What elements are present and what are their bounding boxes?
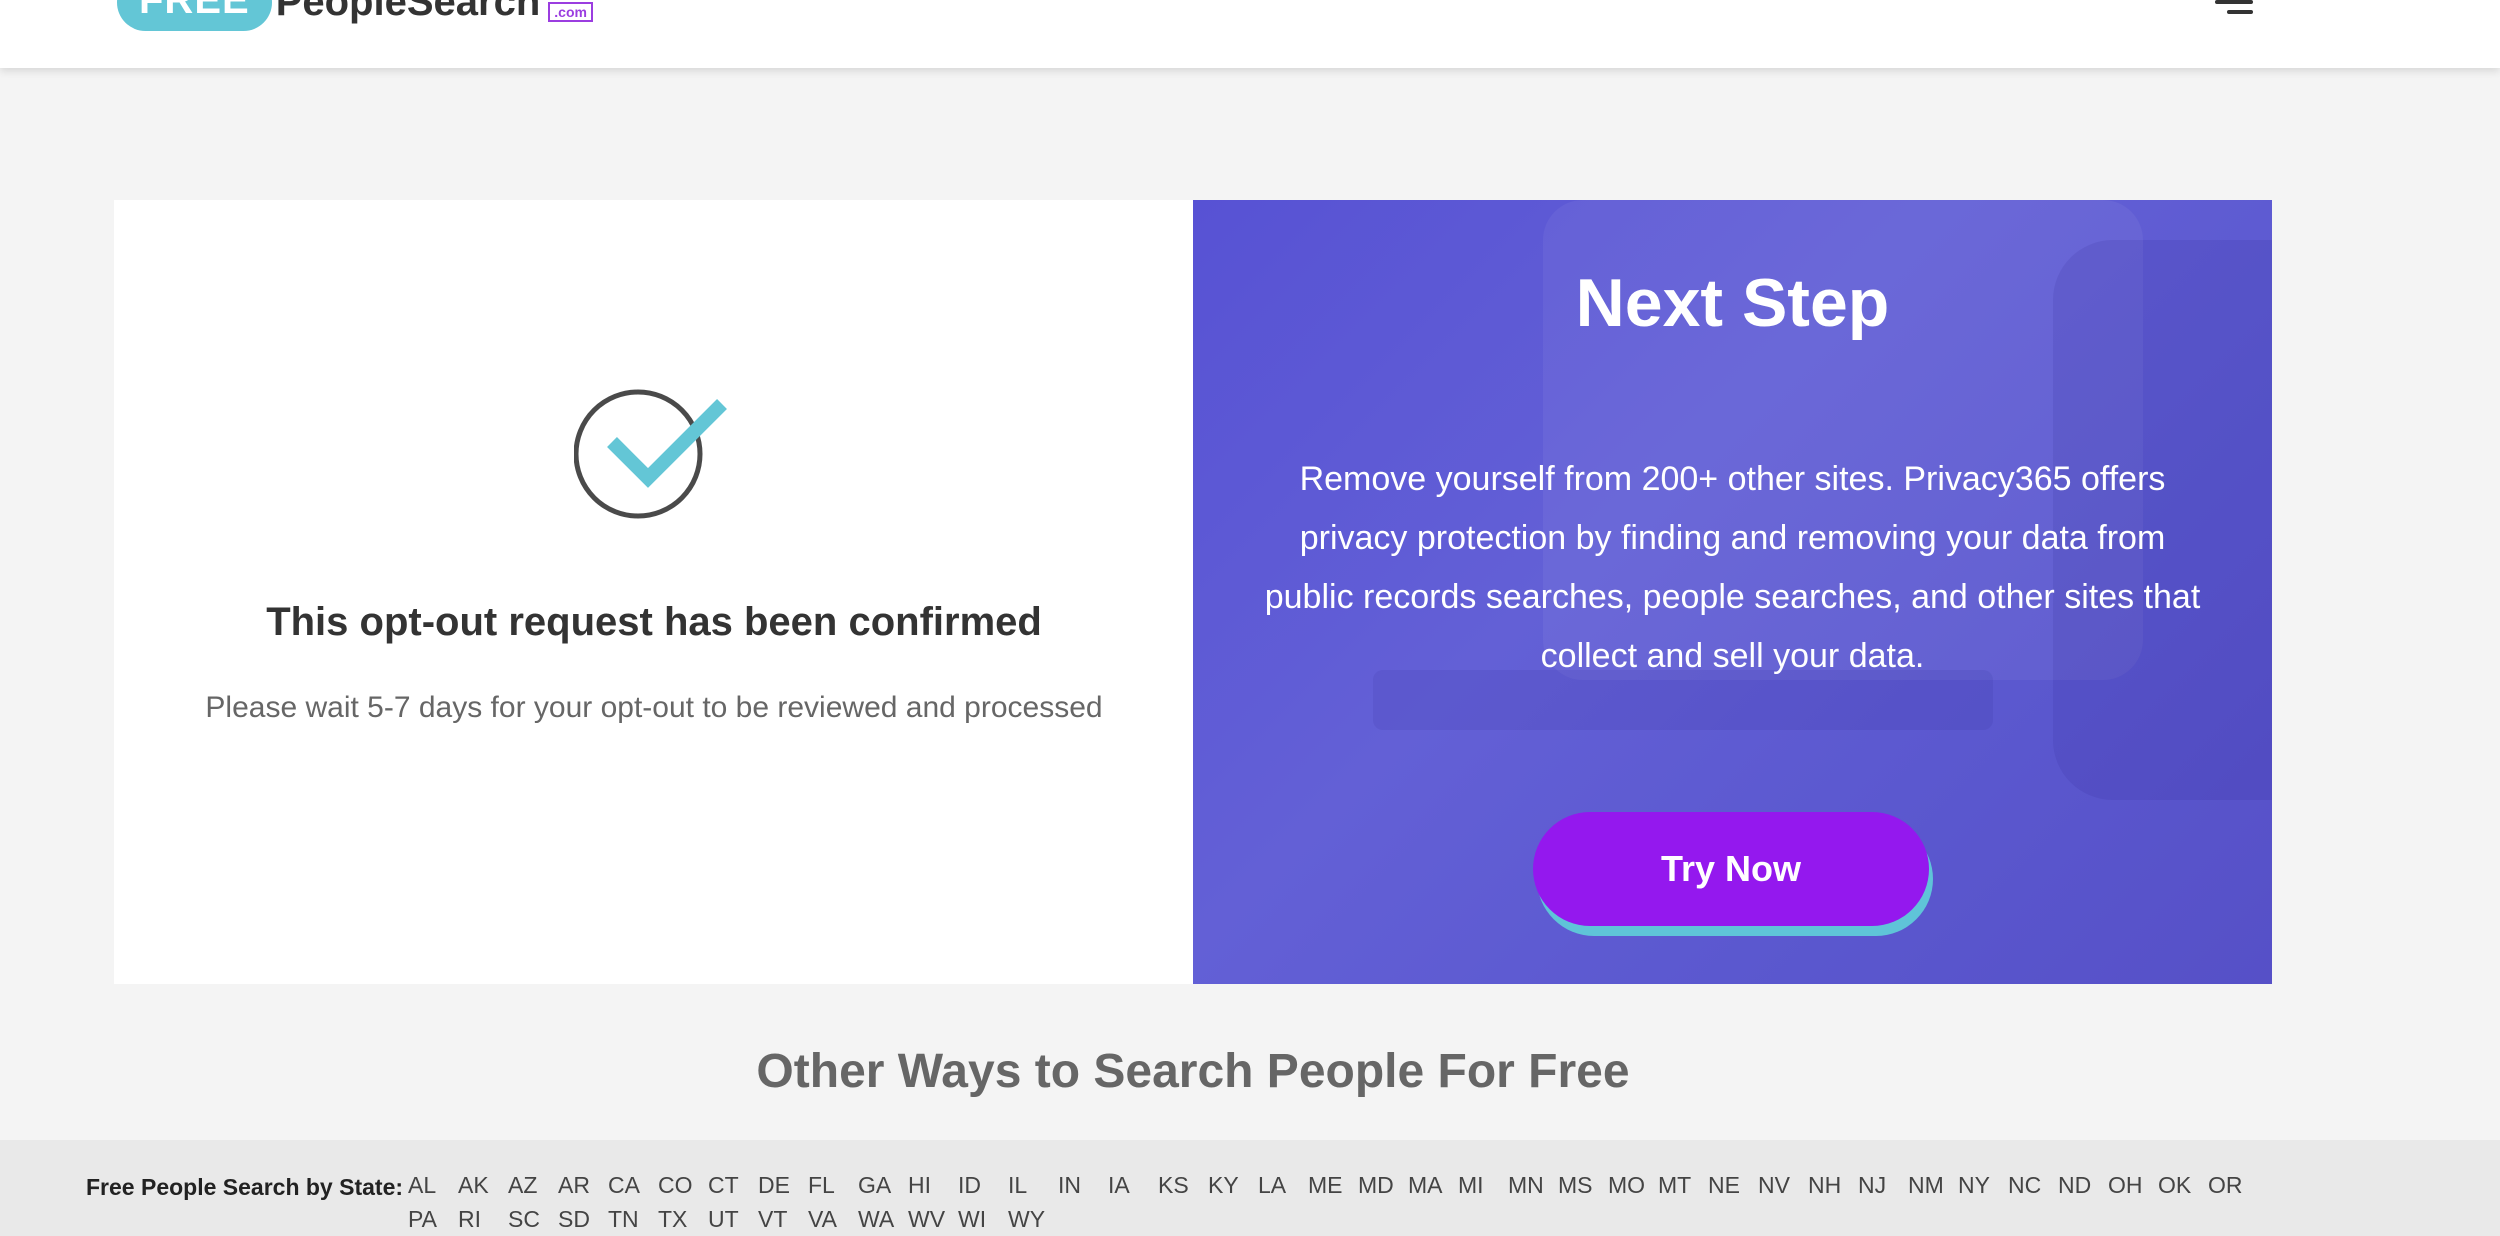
state-link-co[interactable]: CO xyxy=(658,1170,708,1200)
state-link-la[interactable]: LA xyxy=(1258,1170,1308,1200)
next-step-description: Remove yourself from 200+ other sites. P… xyxy=(1264,460,2201,675)
state-link-ct[interactable]: CT xyxy=(708,1170,758,1200)
state-link-wv[interactable]: WV xyxy=(908,1204,958,1234)
state-link-ga[interactable]: GA xyxy=(858,1170,908,1200)
state-link-tx[interactable]: TX xyxy=(658,1204,708,1234)
confirmation-card: This opt-out request has been confirmed … xyxy=(114,200,1194,984)
logo-people-search-text: PeopleSearch xyxy=(275,0,541,24)
state-link-mn[interactable]: MN xyxy=(1508,1170,1558,1200)
state-link-ut[interactable]: UT xyxy=(708,1204,758,1234)
confirmation-subtitle: Please wait 5-7 days for your opt-out to… xyxy=(205,691,1103,724)
state-link-id[interactable]: ID xyxy=(958,1170,1008,1200)
state-link-ar[interactable]: AR xyxy=(558,1170,608,1200)
state-link-mo[interactable]: MO xyxy=(1608,1170,1658,1200)
site-header: FREE PeopleSearch .com xyxy=(0,0,2500,68)
hamburger-menu-icon[interactable] xyxy=(2215,0,2253,16)
state-link-de[interactable]: DE xyxy=(758,1170,808,1200)
state-link-il[interactable]: IL xyxy=(1008,1170,1058,1200)
state-link-in[interactable]: IN xyxy=(1058,1170,1108,1200)
state-link-nh[interactable]: NH xyxy=(1808,1170,1858,1200)
state-link-nj[interactable]: NJ xyxy=(1858,1170,1908,1200)
logo-free-text: FREE xyxy=(117,0,272,31)
state-link-or[interactable]: OR xyxy=(2208,1170,2258,1200)
state-link-ok[interactable]: OK xyxy=(2158,1170,2208,1200)
state-link-ky[interactable]: KY xyxy=(1208,1170,1258,1200)
state-link-wa[interactable]: WA xyxy=(858,1204,908,1234)
state-link-ri[interactable]: RI xyxy=(458,1204,508,1234)
other-ways-heading: Other Ways to Search People For Free xyxy=(756,1045,1630,1098)
site-logo[interactable]: FREE PeopleSearch .com xyxy=(117,0,593,32)
states-list: AL AK AZ AR CA CO CT DE FL GA HI ID IL IN IA KS KY LA ME MD… xyxy=(408,1170,2288,1234)
state-link-wy[interactable]: WY xyxy=(1008,1204,1058,1234)
state-link-tn[interactable]: TN xyxy=(608,1204,658,1234)
state-link-ks[interactable]: KS xyxy=(1158,1170,1208,1200)
state-link-md[interactable]: MD xyxy=(1358,1170,1408,1200)
try-now-button[interactable]: Try Now xyxy=(1533,812,1929,926)
state-link-sc[interactable]: SC xyxy=(508,1204,558,1234)
state-link-oh[interactable]: OH xyxy=(2108,1170,2158,1200)
logo-com-badge: .com xyxy=(548,2,593,22)
state-link-ca[interactable]: CA xyxy=(608,1170,658,1200)
checkmark-circle-icon xyxy=(573,380,734,520)
state-link-ny[interactable]: NY xyxy=(1958,1170,2008,1200)
state-link-me[interactable]: ME xyxy=(1308,1170,1358,1200)
state-link-nm[interactable]: NM xyxy=(1908,1170,1958,1200)
state-link-pa[interactable]: PA xyxy=(408,1204,458,1234)
next-step-title: Next Step xyxy=(1575,265,1890,341)
state-link-az[interactable]: AZ xyxy=(508,1170,558,1200)
state-link-nc[interactable]: NC xyxy=(2008,1170,2058,1200)
state-link-mi[interactable]: MI xyxy=(1458,1170,1508,1200)
state-link-ms[interactable]: MS xyxy=(1558,1170,1608,1200)
state-link-hi[interactable]: HI xyxy=(908,1170,958,1200)
state-link-ma[interactable]: MA xyxy=(1408,1170,1458,1200)
state-link-mt[interactable]: MT xyxy=(1658,1170,1708,1200)
state-link-fl[interactable]: FL xyxy=(808,1170,858,1200)
state-link-va[interactable]: VA xyxy=(808,1204,858,1234)
state-link-ia[interactable]: IA xyxy=(1108,1170,1158,1200)
state-link-nv[interactable]: NV xyxy=(1758,1170,1808,1200)
states-footer: Free People Search by State: AL AK AZ AR CA C… xyxy=(0,1140,2500,1236)
state-link-wi[interactable]: WI xyxy=(958,1204,1008,1234)
state-link-ak[interactable]: AK xyxy=(458,1170,508,1200)
confirmation-title: This opt-out request has been confirmed xyxy=(266,600,1042,644)
state-link-nd[interactable]: ND xyxy=(2058,1170,2108,1200)
state-link-sd[interactable]: SD xyxy=(558,1204,608,1234)
state-link-al[interactable]: AL xyxy=(408,1170,458,1200)
states-label: Free People Search by State: xyxy=(86,1174,404,1200)
next-step-panel: Next Step Remove yourself from 200+ othe… xyxy=(1193,200,2272,984)
state-link-ne[interactable]: NE xyxy=(1708,1170,1758,1200)
state-link-vt[interactable]: VT xyxy=(758,1204,808,1234)
